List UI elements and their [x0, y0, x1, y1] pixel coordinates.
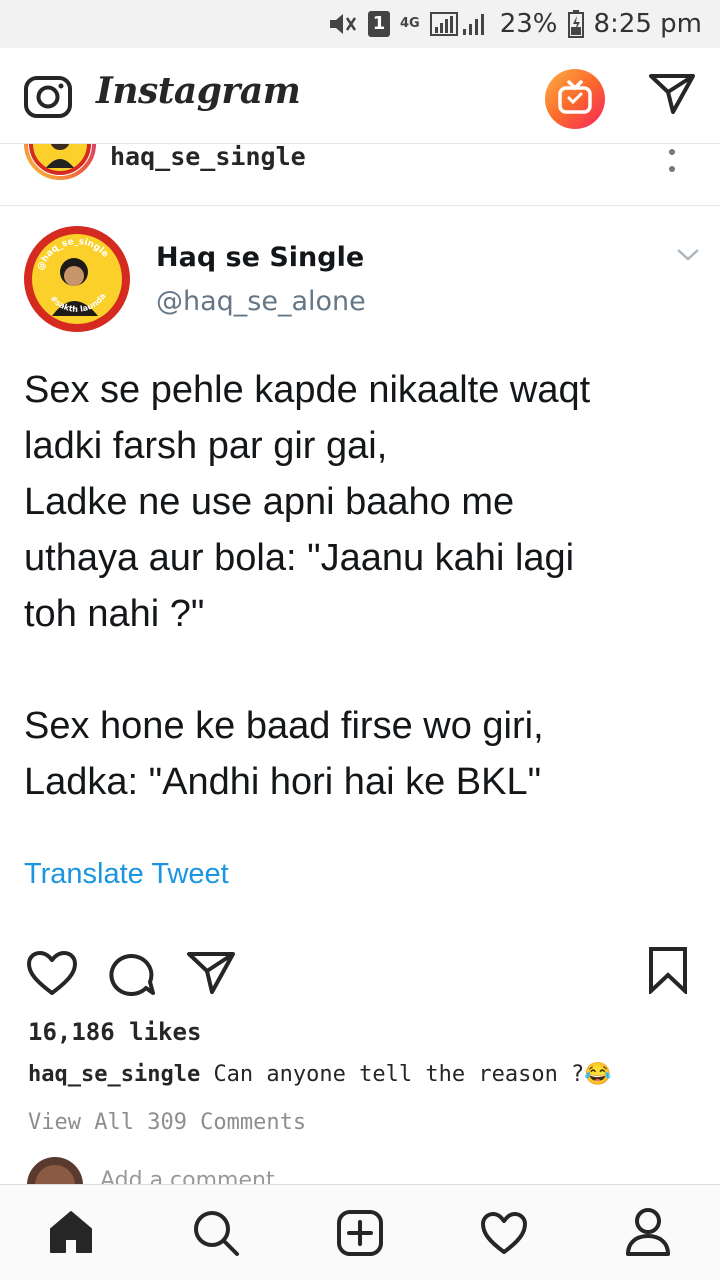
add-post-icon[interactable]	[336, 1209, 384, 1257]
more-options-icon[interactable]	[666, 148, 678, 176]
post-username[interactable]: haq_se_single	[110, 144, 306, 171]
likes-count[interactable]: 16,186 likes	[28, 1018, 201, 1046]
bookmark-icon[interactable]	[648, 946, 688, 994]
add-comment-row[interactable]: Add a comment...	[0, 1150, 720, 1184]
caption-text: Can anyone tell the reason ?	[213, 1062, 585, 1087]
chevron-down-icon	[677, 249, 699, 261]
mute-vibrate-icon	[330, 14, 357, 34]
network-type: 4G	[400, 16, 420, 31]
post-header[interactable]: haq_se_single	[0, 144, 720, 206]
caption-username[interactable]: haq_se_single	[28, 1062, 200, 1087]
comment-icon[interactable]	[106, 950, 156, 996]
heart-icon[interactable]	[26, 950, 78, 996]
app-logo: Instagram	[96, 70, 301, 112]
tweet-body: Sex se pehle kapde nikaalte waqt ladki f…	[24, 369, 591, 803]
clock: 8:25 pm	[593, 9, 702, 39]
battery-charging-icon	[567, 10, 584, 38]
translate-tweet-link: Translate Tweet	[24, 858, 229, 890]
camera-icon[interactable]	[24, 72, 72, 118]
signal-icon	[429, 12, 484, 36]
search-icon[interactable]	[192, 1209, 240, 1257]
sim-badge: 1	[368, 11, 390, 37]
status-bar: 1 4G 23% 8:25 pm	[0, 0, 720, 48]
add-comment-input[interactable]: Add a comment...	[100, 1168, 296, 1184]
tweet-display-name: Haq se Single	[156, 242, 365, 273]
igtv-icon[interactable]	[544, 68, 606, 130]
tweet-handle: @haq_se_alone	[156, 286, 366, 317]
tweet-avatar: @haq_se_single #sakth launda	[24, 226, 130, 332]
top-app-bar: Instagram	[0, 48, 720, 144]
direct-message-icon[interactable]	[648, 72, 696, 116]
post-caption: haq_se_single Can anyone tell the reason…	[28, 1062, 612, 1087]
view-all-comments-link[interactable]: View All 309 Comments	[28, 1110, 306, 1135]
activity-heart-icon[interactable]	[480, 1211, 528, 1255]
post-author-avatar[interactable]	[24, 144, 96, 180]
share-icon[interactable]	[186, 950, 236, 996]
bottom-navigation	[0, 1184, 720, 1280]
home-icon[interactable]	[48, 1209, 94, 1255]
caption-emoji: 😂	[584, 1062, 612, 1087]
battery-percent: 23%	[499, 9, 558, 39]
profile-icon[interactable]	[624, 1207, 672, 1257]
current-user-avatar	[27, 1157, 83, 1184]
